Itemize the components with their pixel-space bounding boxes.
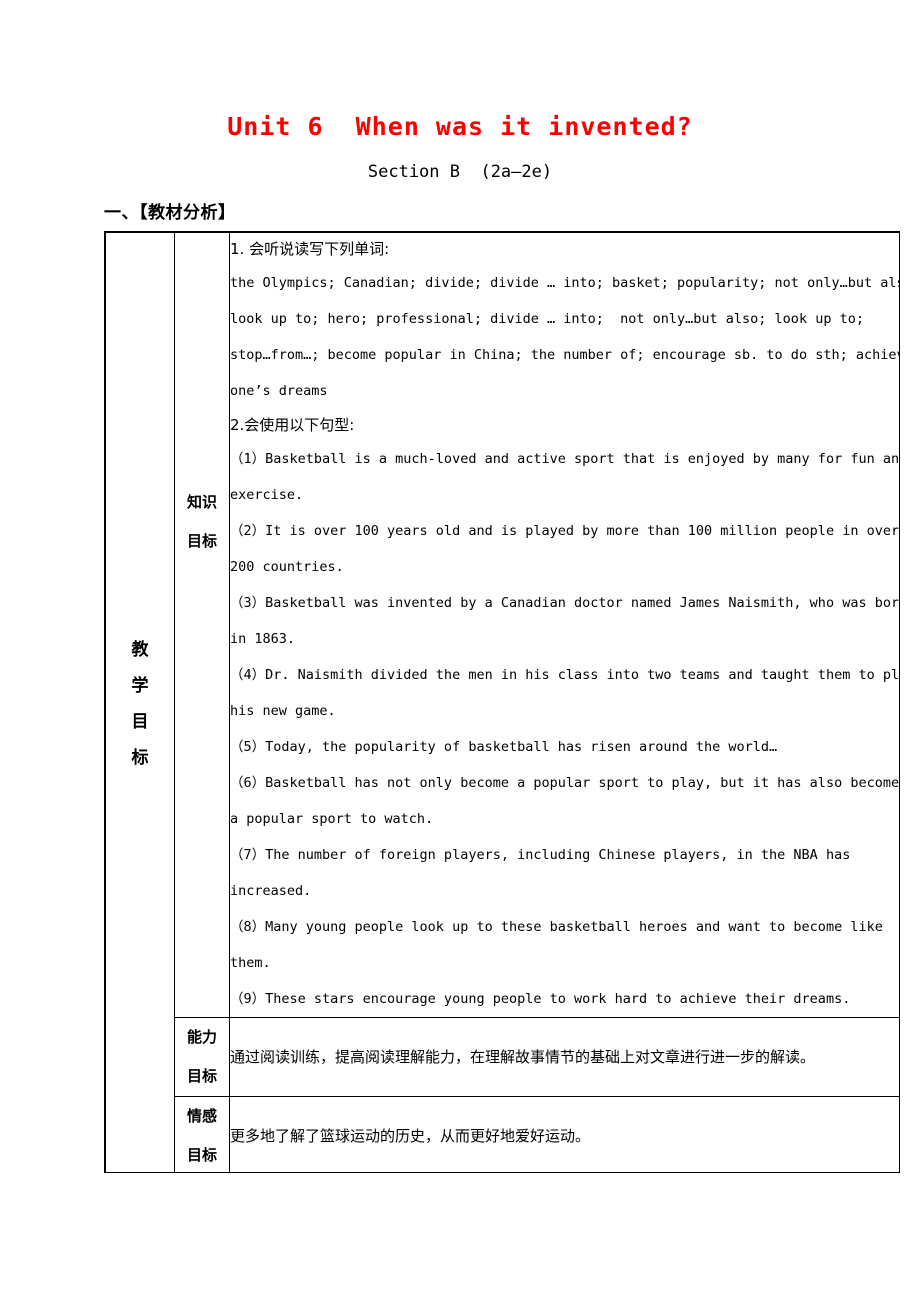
knowledge-goal-content: 1. 会听说读写下列单词: the Olympics; Canadian; di… [229, 232, 899, 1018]
teaching-goals-table: 教 学 目 标 知识 目标 1. 会听说读写下列单词: the Olympics… [105, 232, 899, 1172]
content-line: look up to; hero; professional; divide …… [230, 311, 864, 327]
content-line: them. [230, 955, 271, 971]
content-line: 1. 会听说读写下列单词: [230, 240, 390, 258]
vert-char-2: 学 [131, 676, 149, 696]
emotion-label-line-1: 情感 [186, 1107, 217, 1125]
section-heading: 一、【教材分析】 [104, 203, 236, 223]
content-line: one’s dreams [230, 383, 328, 399]
emotion-label-line-2: 目标 [186, 1146, 217, 1164]
vert-char-3: 目 [131, 712, 149, 732]
content-line: exercise. [230, 487, 304, 503]
content-line: the Olympics; Canadian; divide; divide …… [230, 275, 899, 291]
table-row: 教 学 目 标 知识 目标 1. 会听说读写下列单词: the Olympics… [105, 232, 899, 1172]
content-line: （1）Basketball is a much-loved and active… [230, 451, 899, 467]
ability-label-line-1: 能力 [186, 1028, 217, 1046]
table-row: 情感 目标 更多地了解了篮球运动的历史，从而更好地爱好运动。 [106, 1096, 899, 1172]
table-row: 能力 目标 通过阅读训练，提高阅读理解能力，在理解故事情节的基础上对文章进行进一… [106, 1017, 899, 1097]
content-line: （5）Today, the popularity of basketball h… [230, 739, 778, 755]
content-line: increased. [230, 883, 312, 899]
content-line: （6）Basketball has not only become a popu… [230, 775, 899, 791]
content-line: a popular sport to watch. [230, 811, 434, 827]
content-line: （7）The number of foreign players, includ… [230, 847, 851, 863]
ability-label-line-2: 目标 [186, 1067, 217, 1085]
vert-char-4: 标 [131, 748, 149, 768]
row-label-ability-goal: 能力 目标 [174, 1017, 230, 1097]
document-page: Unit 6 When was it invented? Section B (… [0, 0, 920, 1302]
content-line: in 1863. [230, 631, 296, 647]
vert-char-1: 教 [131, 640, 149, 660]
knowledge-label-line-1: 知识 [186, 493, 217, 511]
content-line: （2）It is over 100 years old and is playe… [230, 523, 899, 539]
knowledge-label-line-2: 目标 [186, 532, 217, 550]
row-label-emotion-goal: 情感 目标 [174, 1096, 230, 1172]
row-label-knowledge-goal: 知识 目标 [174, 232, 230, 1018]
page-subtitle: Section B (2a—2e) [367, 162, 553, 182]
content-line: 2.会使用以下句型: [230, 416, 355, 434]
ability-goal-content: 通过阅读训练，提高阅读理解能力，在理解故事情节的基础上对文章进行进一步的解读。 [229, 1017, 899, 1097]
content-line: 200 countries. [230, 559, 344, 575]
page-title: Unit 6 When was it invented? [227, 112, 693, 141]
content-line: （4）Dr. Naismith divided the men in his c… [230, 667, 899, 683]
emotion-goal-content: 更多地了解了篮球运动的历史，从而更好地爱好运动。 [229, 1096, 899, 1172]
content-line: （9）These stars encourage young people to… [230, 991, 851, 1007]
teaching-goals-table-wrapper: 教 学 目 标 知识 目标 1. 会听说读写下列单词: the Olympics… [104, 231, 900, 1173]
content-line: （8）Many young people look up to these ba… [230, 919, 883, 935]
row-label-teaching-goals: 教 学 目 标 [105, 232, 175, 1172]
content-line: his new game. [230, 703, 336, 719]
content-line: （3）Basketball was invented by a Canadian… [230, 595, 899, 611]
content-line: stop…from…; become popular in China; the… [230, 347, 899, 363]
